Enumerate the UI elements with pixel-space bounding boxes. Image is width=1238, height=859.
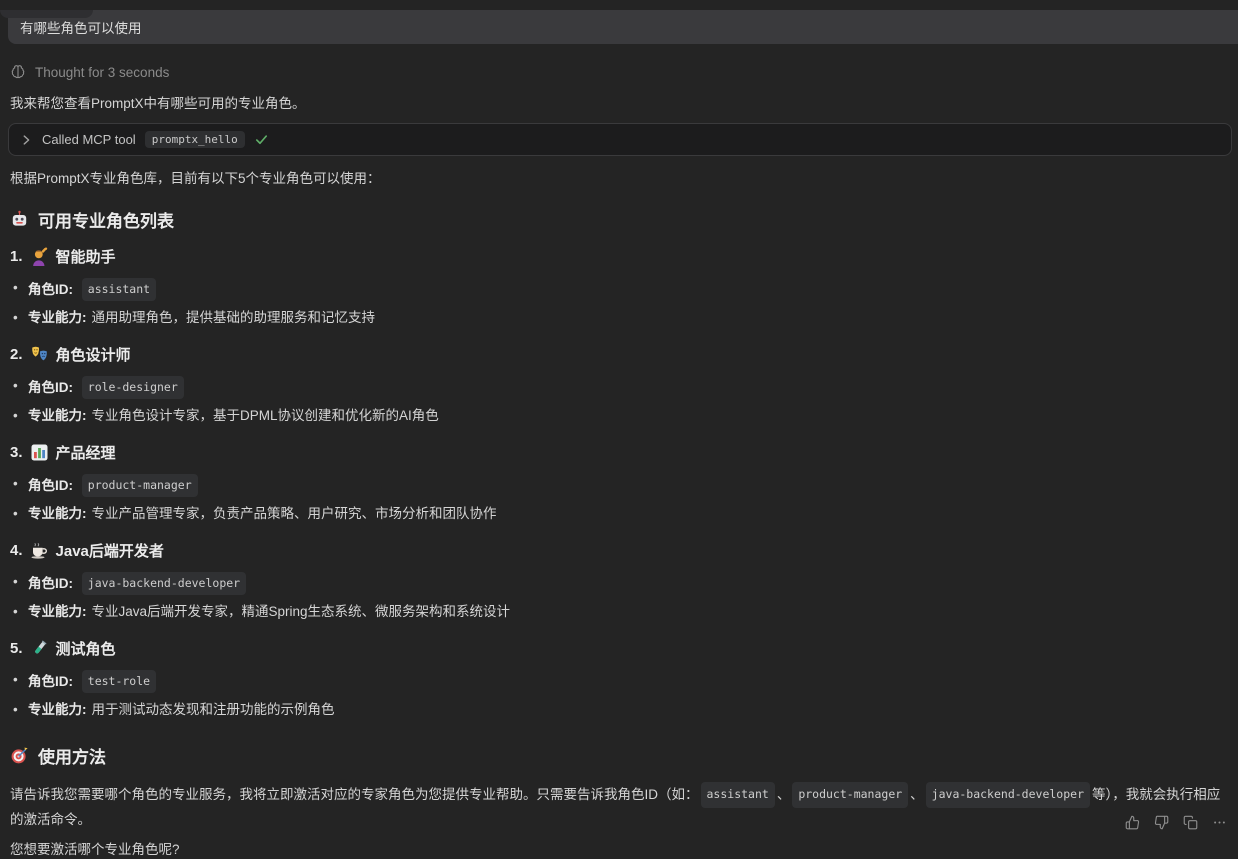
- role-ability-row: 专业能力: 专业Java后端开发专家，精通Spring生态系统、微服务架构和系统设…: [10, 602, 1238, 622]
- role-item: 5. 测试角色 角色ID: test-role 专业能力: 用于测试动态发现和注册…: [0, 639, 1238, 720]
- brain-icon: [10, 64, 26, 80]
- role-ability-label: 专业能力:: [28, 702, 87, 717]
- role-ability-row: 专业能力: 专业角色设计专家，基于DPML协议创建和优化新的AI角色: [10, 406, 1238, 426]
- role-id-label: 角色ID:: [28, 478, 73, 493]
- role-number: 5.: [10, 640, 23, 657]
- roles-heading-text: 可用专业角色列表: [38, 207, 174, 232]
- usage-heading-text: 使用方法: [38, 743, 106, 768]
- role-ability-text: 用于测试动态发现和注册功能的示例角色: [92, 702, 335, 717]
- role-ability-label: 专业能力:: [28, 506, 87, 521]
- assistant-intro: 我来帮您查看PromptX中有哪些可用的专业角色。: [10, 94, 1228, 113]
- raising-hand-emoji-icon: [30, 247, 49, 266]
- usage-question: 您想要激活哪个专业角色呢?: [10, 840, 1228, 859]
- role-item: 3. 产品经理 角色ID: product-manager 专业能力: 专业产品管…: [0, 443, 1238, 524]
- role-id-row: 角色ID: java-backend-developer: [10, 572, 1238, 595]
- thumbs-up-icon[interactable]: [1123, 813, 1141, 831]
- role-item: 1. 智能助手 角色ID: assistant 专业能力: 通用助理角色，提供基础…: [0, 247, 1238, 328]
- code-separator: 、: [910, 787, 924, 802]
- role-number: 3.: [10, 444, 23, 461]
- test-tube-emoji-icon: [30, 639, 49, 658]
- role-item: 4. Java后端开发者 角色ID: java-backend-develope…: [0, 541, 1238, 622]
- target-emoji-icon: [10, 746, 29, 765]
- thought-summary[interactable]: Thought for 3 seconds: [10, 63, 1238, 81]
- role-id-row: 角色ID: test-role: [10, 670, 1238, 693]
- usage-section-heading: 使用方法: [10, 744, 1238, 766]
- performing-arts-emoji-icon: [30, 345, 49, 364]
- role-title-text: 产品经理: [56, 442, 116, 463]
- mcp-tool-label: Called MCP tool: [42, 132, 136, 147]
- thought-label: Thought for 3 seconds: [35, 65, 169, 80]
- check-icon: [254, 132, 269, 147]
- role-ability-label: 专业能力:: [28, 310, 87, 325]
- role-ability-text: 专业产品管理专家，负责产品策略、用户研究、市场分析和团队协作: [92, 506, 497, 521]
- role-ability-label: 专业能力:: [28, 408, 87, 423]
- chevron-right-icon[interactable]: [19, 133, 33, 147]
- role-ability-row: 专业能力: 通用助理角色，提供基础的助理服务和记忆支持: [10, 308, 1238, 328]
- user-message-bubble[interactable]: 有哪些角色可以使用: [8, 10, 1238, 44]
- role-id-label: 角色ID:: [28, 380, 73, 395]
- copy-icon[interactable]: [1181, 813, 1199, 831]
- roles-section-heading: 可用专业角色列表: [10, 208, 1238, 230]
- assistant-summary: 根据PromptX专业角色库，目前有以下5个专业角色可以使用：: [10, 169, 1228, 188]
- role-title-text: Java后端开发者: [56, 540, 164, 561]
- user-message-text: 有哪些角色可以使用: [20, 17, 142, 37]
- usage-text-before: 请告诉我您需要哪个角色的专业服务，我将立即激活对应的专家角色为您提供专业帮助。只…: [10, 787, 699, 802]
- code-separator: 、: [777, 787, 791, 802]
- role-item: 2. 角色设计师 角色ID: role-designer 专业能力: 专业角色设计…: [0, 345, 1238, 426]
- role-ability-row: 专业能力: 专业产品管理专家，负责产品策略、用户研究、市场分析和团队协作: [10, 504, 1238, 524]
- role-id-label: 角色ID:: [28, 576, 73, 591]
- role-id-row: 角色ID: assistant: [10, 278, 1238, 301]
- role-id-label: 角色ID:: [28, 674, 73, 689]
- role-id-chip: product-manager: [82, 474, 198, 497]
- code-example-chip: assistant: [701, 782, 775, 808]
- role-title: 5. 测试角色: [10, 639, 1238, 658]
- role-id-row: 角色ID: product-manager: [10, 474, 1238, 497]
- thumbs-down-icon[interactable]: [1152, 813, 1170, 831]
- message-actions-toolbar: [1123, 813, 1228, 831]
- role-id-chip: test-role: [82, 670, 156, 693]
- role-title: 1. 智能助手: [10, 247, 1238, 266]
- role-ability-text: 专业角色设计专家，基于DPML协议创建和优化新的AI角色: [92, 408, 439, 423]
- role-ability-label: 专业能力:: [28, 604, 87, 619]
- role-title-text: 测试角色: [56, 638, 116, 659]
- code-example-chip: java-backend-developer: [926, 782, 1090, 808]
- bar-chart-emoji-icon: [30, 443, 49, 462]
- more-icon[interactable]: [1210, 813, 1228, 831]
- role-id-chip: java-backend-developer: [82, 572, 246, 595]
- previous-message-fragment: [0, 10, 93, 18]
- usage-paragraph: 请告诉我您需要哪个角色的专业服务，我将立即激活对应的专家角色为您提供专业帮助。只…: [10, 782, 1228, 831]
- role-title: 2. 角色设计师: [10, 345, 1238, 364]
- role-ability-text: 专业Java后端开发专家，精通Spring生态系统、微服务架构和系统设计: [92, 604, 511, 619]
- robot-emoji-icon: [10, 210, 29, 229]
- role-title: 4. Java后端开发者: [10, 541, 1238, 560]
- role-ability-row: 专业能力: 用于测试动态发现和注册功能的示例角色: [10, 700, 1238, 720]
- role-id-chip: role-designer: [82, 376, 184, 399]
- role-number: 2.: [10, 346, 23, 363]
- role-id-row: 角色ID: role-designer: [10, 376, 1238, 399]
- role-title: 3. 产品经理: [10, 443, 1238, 462]
- mcp-tool-name-badge: promptx_hello: [145, 131, 245, 148]
- role-title-text: 角色设计师: [56, 344, 131, 365]
- mcp-tool-call[interactable]: Called MCP tool promptx_hello: [8, 123, 1232, 156]
- coffee-emoji-icon: [30, 541, 49, 560]
- code-example-chip: product-manager: [792, 782, 908, 808]
- role-id-chip: assistant: [82, 278, 156, 301]
- role-number: 1.: [10, 248, 23, 265]
- role-title-text: 智能助手: [56, 246, 116, 267]
- role-id-label: 角色ID:: [28, 282, 73, 297]
- role-ability-text: 通用助理角色，提供基础的助理服务和记忆支持: [92, 310, 376, 325]
- role-number: 4.: [10, 542, 23, 559]
